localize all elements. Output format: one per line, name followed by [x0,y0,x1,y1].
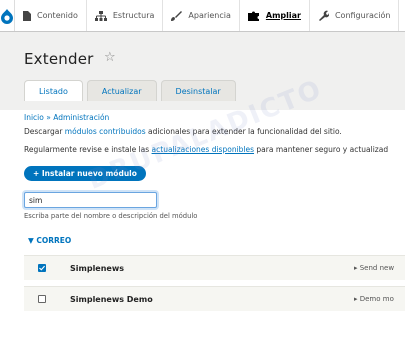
toolbar-configuracion-label: Configuración [334,11,391,20]
primary-tabs: Listado Actualizar Desinstalar [24,80,236,101]
description-line-2: Regularmente revise e instale las actual… [24,145,388,154]
breadcrumb-admin[interactable]: Administración [53,113,109,122]
paintbrush-icon [171,10,183,21]
filter-help-text: Escriba parte del nombre o descripción d… [24,212,198,220]
description-line-1: Descargar módulos contribuidos adicional… [24,127,342,136]
favorite-star-icon[interactable]: ☆ [104,50,116,65]
toolbar-estructura[interactable]: Estructura [87,0,164,31]
sitemap-icon [94,10,107,21]
toolbar-ampliar-label: Ampliar [265,11,301,20]
description-text: para mantener seguro y actualizad [254,145,389,154]
tab-desinstalar[interactable]: Desinstalar [160,80,236,101]
install-new-module-button[interactable]: + Instalar nuevo módulo [24,166,146,181]
toolbar-estructura-label: Estructura [112,11,155,20]
file-icon [23,10,31,21]
module-row: Simplenews Demo ▸ Demo mo [24,286,405,311]
breadcrumb: Inicio » Administración [24,113,109,122]
available-updates-link[interactable]: actualizaciones disponibles [152,145,254,154]
description-text: Regularmente revise e instale las [24,145,152,154]
admin-toolbar: Contenido Estructura Apariencia Ampliar … [0,0,405,32]
module-description-toggle[interactable]: ▸ Demo mo [354,295,394,303]
toolbar-apariencia[interactable]: Apariencia [163,0,240,31]
group-correo-toggle[interactable]: ▼ CORREO [28,236,71,245]
breadcrumb-separator: » [43,113,54,122]
toolbar-contenido[interactable]: Contenido [15,0,87,31]
puzzle-icon [247,11,259,21]
module-description-toggle[interactable]: ▸ Send new [354,264,394,272]
page-title: Extender [24,50,94,68]
tab-listado[interactable]: Listado [24,80,83,101]
module-name[interactable]: Simplenews [70,264,124,273]
module-row: Simplenews ▸ Send new [24,255,405,280]
toolbar-contenido-label: Contenido [37,11,78,20]
wrench-icon [318,10,329,21]
module-checkbox[interactable] [38,295,46,303]
toolbar-apariencia-label: Apariencia [188,11,231,20]
description-text: Descargar [24,127,65,136]
home-button[interactable] [0,0,15,31]
module-checkbox[interactable] [38,264,46,272]
module-filter-input[interactable] [24,192,157,208]
toolbar-more[interactable] [399,0,405,31]
contrib-modules-link[interactable]: módulos contribuidos [65,127,146,136]
module-name[interactable]: Simplenews Demo [70,295,153,304]
toolbar-configuracion[interactable]: Configuración [310,0,400,31]
toolbar-ampliar[interactable]: Ampliar [240,0,310,31]
breadcrumb-home[interactable]: Inicio [24,113,44,122]
tab-actualizar[interactable]: Actualizar [86,80,157,101]
checkmark-icon [39,265,45,271]
drupal-drop-icon [1,8,13,24]
description-text: adicionales para extender la funcionalid… [145,127,342,136]
